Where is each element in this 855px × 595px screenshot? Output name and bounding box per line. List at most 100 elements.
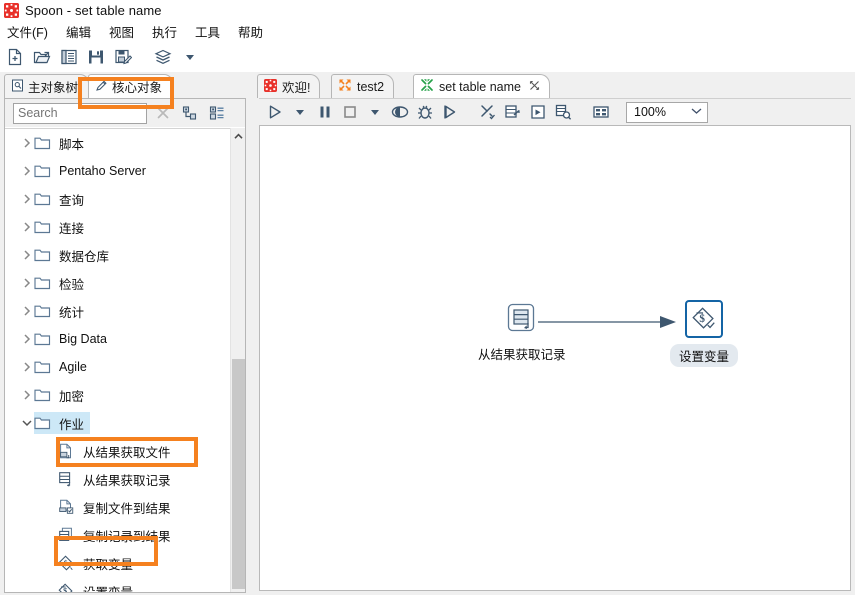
tree-scrollbar-thumb[interactable] [232, 359, 245, 589]
transformation-icon [338, 78, 352, 95]
tree-item-label: Big Data [59, 332, 107, 346]
tree-item-content: 加密 [34, 384, 90, 406]
tree-item-leaf[interactable]: 复制文件到结果 [5, 493, 230, 521]
pause-icon[interactable] [315, 102, 335, 122]
tab-welcome[interactable]: 欢迎! [257, 74, 321, 98]
tree-item-folder[interactable]: Agile [5, 353, 230, 381]
run-icon[interactable] [265, 102, 285, 122]
preview-icon[interactable] [390, 102, 410, 122]
tree-item-content: Agile [34, 356, 93, 378]
canvas-node-label: 从结果获取记录 [478, 348, 566, 362]
tree-item-folder[interactable]: 查询 [5, 185, 230, 213]
tree-item-content: 作业 [34, 412, 91, 434]
chevron-down-icon[interactable] [180, 47, 200, 67]
tab-core-objects[interactable]: 核心对象 [88, 74, 174, 98]
show-execution-icon[interactable] [528, 102, 548, 122]
new-file-icon[interactable] [5, 47, 25, 67]
chevron-right-icon[interactable] [19, 166, 35, 176]
collapse-list-icon[interactable] [206, 102, 228, 124]
tree-item-folder[interactable]: 连接 [5, 213, 230, 241]
tree-item-folder[interactable]: 检验 [5, 269, 230, 297]
tree-item-leaf[interactable]: $ 获取变量 [5, 549, 230, 577]
tree-item-content: Pentaho Server [34, 160, 152, 182]
close-icon[interactable] [529, 80, 540, 94]
tree-vertical-scrollbar[interactable] [230, 128, 245, 592]
debug-icon[interactable] [415, 102, 435, 122]
chevron-right-icon[interactable] [19, 278, 35, 288]
tab-test2[interactable]: test2 [331, 74, 395, 98]
tree-item-label: 统计 [59, 305, 85, 320]
folder-icon [34, 360, 51, 374]
tree-item-content: 检验 [34, 272, 90, 294]
editor-tabs: 欢迎! test2 set table name [255, 72, 855, 98]
tree-item-label: 加密 [59, 389, 85, 404]
svg-text:$: $ [699, 313, 705, 325]
canvas-node-set-variables[interactable]: $ 设置变量 [670, 300, 739, 367]
menu-help[interactable]: 帮助 [229, 20, 272, 43]
chevron-down-icon[interactable] [19, 419, 35, 427]
chevron-right-icon[interactable] [19, 250, 35, 260]
tree-item-folder[interactable]: 数据仓库 [5, 241, 230, 269]
menu-view[interactable]: 视图 [100, 20, 143, 43]
tab-set-table-name[interactable]: set table name [413, 74, 550, 98]
save-icon[interactable] [86, 47, 106, 67]
replay-icon[interactable] [440, 102, 460, 122]
tree-item-folder[interactable]: Pentaho Server [5, 157, 230, 185]
menu-run[interactable]: 执行 [143, 20, 186, 43]
tree-item-folder[interactable]: 加密 [5, 381, 230, 409]
copy-rows-to-result-icon [57, 526, 75, 544]
chevron-right-icon[interactable] [19, 390, 35, 400]
zoom-level-select[interactable]: 100% [626, 101, 708, 123]
tree-item-content: Big Data [34, 328, 113, 350]
stop-icon[interactable] [340, 102, 360, 122]
chevron-right-icon[interactable] [19, 194, 35, 204]
chevron-right-icon[interactable] [19, 306, 35, 316]
canvas-node-label: 设置变量 [670, 344, 739, 367]
run-options-caret-icon[interactable] [290, 102, 310, 122]
tree-item-leaf[interactable]: 复制记录到结果 [5, 521, 230, 549]
tree-item-label: 检验 [59, 277, 85, 292]
tab-main-object-tree[interactable]: 主对象树 [4, 74, 90, 98]
chevron-up-icon[interactable] [231, 128, 245, 144]
explore-repository-icon[interactable] [59, 47, 79, 67]
folder-icon [34, 304, 51, 318]
tree-item-folder[interactable]: 统计 [5, 297, 230, 325]
pencil-icon [95, 79, 108, 95]
chevron-right-icon[interactable] [19, 222, 35, 232]
search-row [5, 99, 245, 127]
show-grid-icon[interactable] [591, 102, 611, 122]
chevron-right-icon[interactable] [19, 362, 35, 372]
canvas-node-get-rows-from-result[interactable]: 从结果获取记录 [478, 300, 566, 363]
menu-file[interactable]: 文件(F) [0, 20, 57, 43]
search-input[interactable] [13, 102, 147, 124]
tree-item-folder[interactable]: 作业 [5, 409, 230, 437]
clear-x-icon[interactable] [152, 102, 174, 124]
core-objects-body: 脚本 Pentaho Server 查询连接数据仓库检验统计 Big Data Agil… [4, 98, 246, 593]
chevron-right-icon[interactable] [19, 138, 35, 148]
folder-icon [34, 332, 51, 346]
tree-item-label: 查询 [59, 193, 85, 208]
tree-item-folder[interactable]: Big Data [5, 325, 230, 353]
menu-tools[interactable]: 工具 [186, 20, 229, 43]
tree-item-leaf[interactable]: 从结果获取记录 [5, 465, 230, 493]
chevron-right-icon[interactable] [19, 334, 35, 344]
tree-item-leaf[interactable]: 从结果获取文件 [5, 437, 230, 465]
tree-item-folder[interactable]: 脚本 [5, 129, 230, 157]
tree-item-leaf[interactable]: $ 设置变量 [5, 577, 230, 592]
analyze-impact-icon[interactable] [553, 102, 573, 122]
set-variables-icon: $ [57, 582, 75, 592]
left-panel-tabs: 主对象树 核心对象 [0, 72, 250, 98]
save-as-icon[interactable] [113, 47, 133, 67]
expand-tree-icon[interactable] [179, 102, 201, 124]
show-results-icon[interactable] [503, 102, 523, 122]
stop-options-caret-icon[interactable] [365, 102, 385, 122]
svg-text:$: $ [64, 559, 68, 568]
open-file-icon[interactable] [32, 47, 52, 67]
layers-icon[interactable] [153, 47, 173, 67]
folder-icon [34, 164, 51, 178]
hide-inactive-icon[interactable] [478, 102, 498, 122]
menu-edit[interactable]: 编辑 [57, 20, 100, 43]
tab-main-object-tree-label: 主对象树 [28, 81, 79, 95]
tree-item-label: 从结果获取记录 [83, 473, 171, 488]
job-canvas[interactable]: 从结果获取记录 $ 设置变量 [259, 125, 851, 591]
